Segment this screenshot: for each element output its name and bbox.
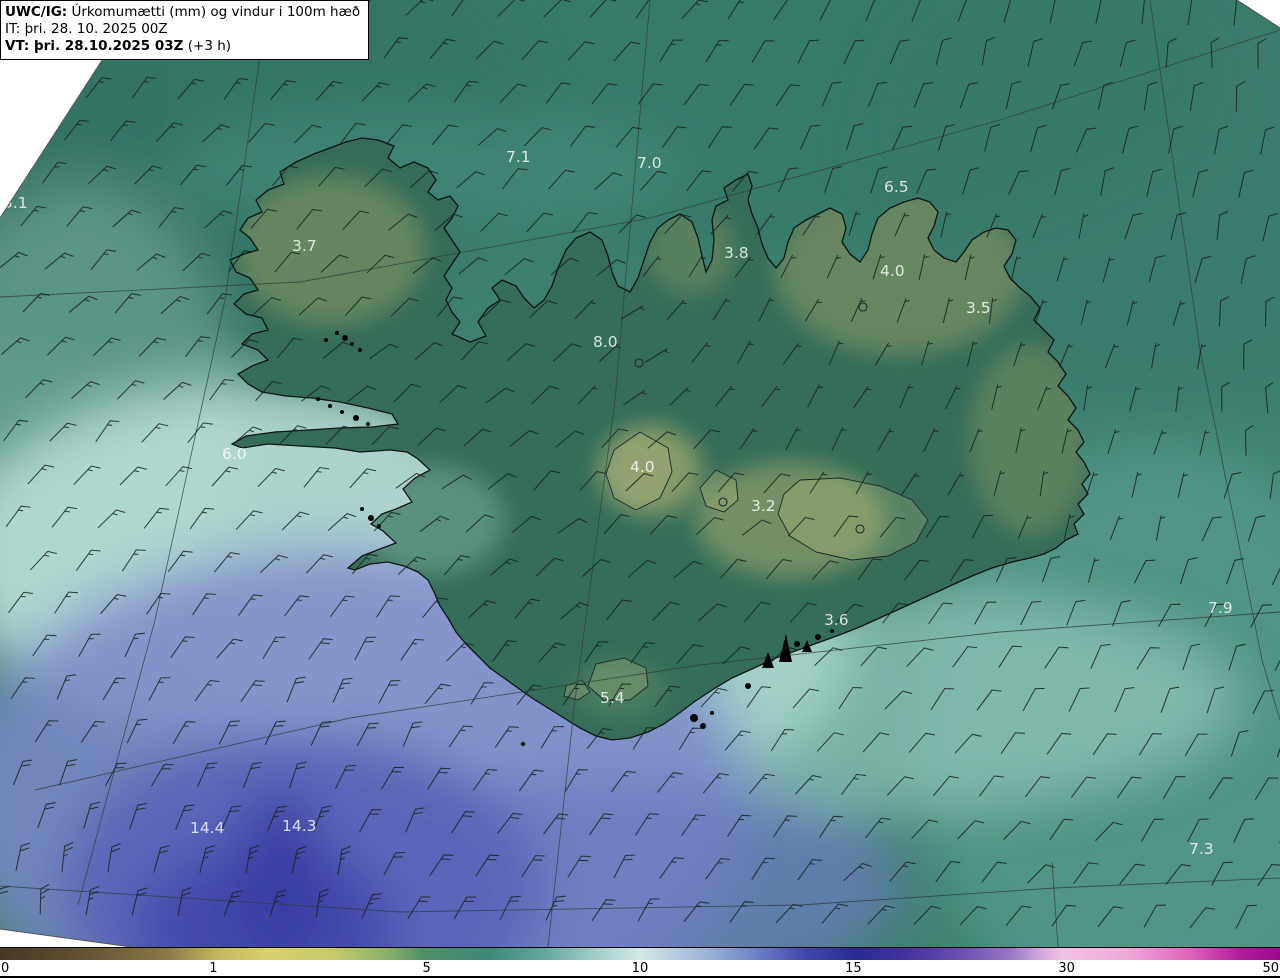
title-box: UWC/IG: Úrkomumætti (mm) og vindur i 100… [0,0,370,60]
islet-mark [335,331,339,335]
colorbar: 0 1 5 10 15 30 50 [0,947,1280,978]
valid-time-line: VT: þri. 28.10.2025 03Z (+3 h) [5,38,360,55]
precip-value-label: 3.8 [724,244,749,262]
precip-value-label: 14.3 [282,817,317,835]
islet-mark [368,515,374,521]
precip-value-label: 7.0 [637,154,662,172]
colorbar-tick-label: 0 [1,961,10,976]
islet-mark [342,335,348,341]
islet-mark [794,641,800,647]
islet-mark [328,404,332,408]
islet-mark [316,397,320,401]
islet-mark [358,348,362,352]
param-title: Úrkomumætti (mm) og vindur i 100m hæð [71,4,361,20]
precip-value-label: 7.9 [1208,599,1233,617]
colorbar-gradient [0,947,1280,960]
islet-mark [521,742,525,746]
title-line-1: UWC/IG: Úrkomumætti (mm) og vindur i 100… [5,4,360,21]
colorbar-tick-label: 10 [631,961,649,976]
islet-mark [340,410,344,414]
precip-value-label: 6.5 [884,178,909,196]
model-name: UWC/IG: [5,4,68,20]
islet-mark [830,629,834,633]
precip-value-label: 3.5 [966,299,991,317]
islet-mark [745,683,751,689]
precip-value-label: 6.0 [222,445,247,463]
islet-mark [815,634,821,640]
weather-map: 5.17.1 7.06.53.7 3.84.03.58.06.04.03.23.65… [0,0,1280,947]
init-time: IT: þri. 28. 10. 2025 00Z [5,21,168,37]
precip-value-label: 3.2 [751,497,776,515]
islet-mark [353,415,359,421]
precip-value-label: 14.4 [190,819,225,837]
precip-value-label: 5.4 [600,689,625,707]
precip-value-label: 7.3 [1189,840,1214,858]
colorbar-tick-label: 5 [422,961,431,976]
valid-time-offset: (+3 h) [183,38,232,54]
precip-value-label: 7.1 [506,148,531,166]
colorbar-tick-labels: 0 1 5 10 15 30 50 [0,960,1280,978]
islet-mark [366,422,370,426]
colorbar-tick-label: 15 [845,961,862,976]
precip-value-label: 3.7 [292,237,317,255]
islet-mark [324,338,328,342]
colorbar-tick-label: 50 [1262,961,1279,976]
islet-mark [710,711,714,715]
precip-value-label: 4.0 [880,262,905,280]
precip-value-label: 4.0 [630,458,655,476]
precip-value-label: 3.6 [824,611,849,629]
islet-mark [360,507,364,511]
colorbar-tick-label: 1 [209,961,218,976]
valid-time: VT: þri. 28.10.2025 03Z [5,38,184,54]
colorbar-tick-label: 30 [1058,961,1075,976]
weather-map-page: 5.1 7.1 7.0 6.5 3.7 3.8 4.0 3.5 8.0 6.0 4.0 3.2 3.6 5… [0,0,1280,978]
precip-value-label: 8.0 [593,333,618,351]
islet-mark [690,714,698,722]
